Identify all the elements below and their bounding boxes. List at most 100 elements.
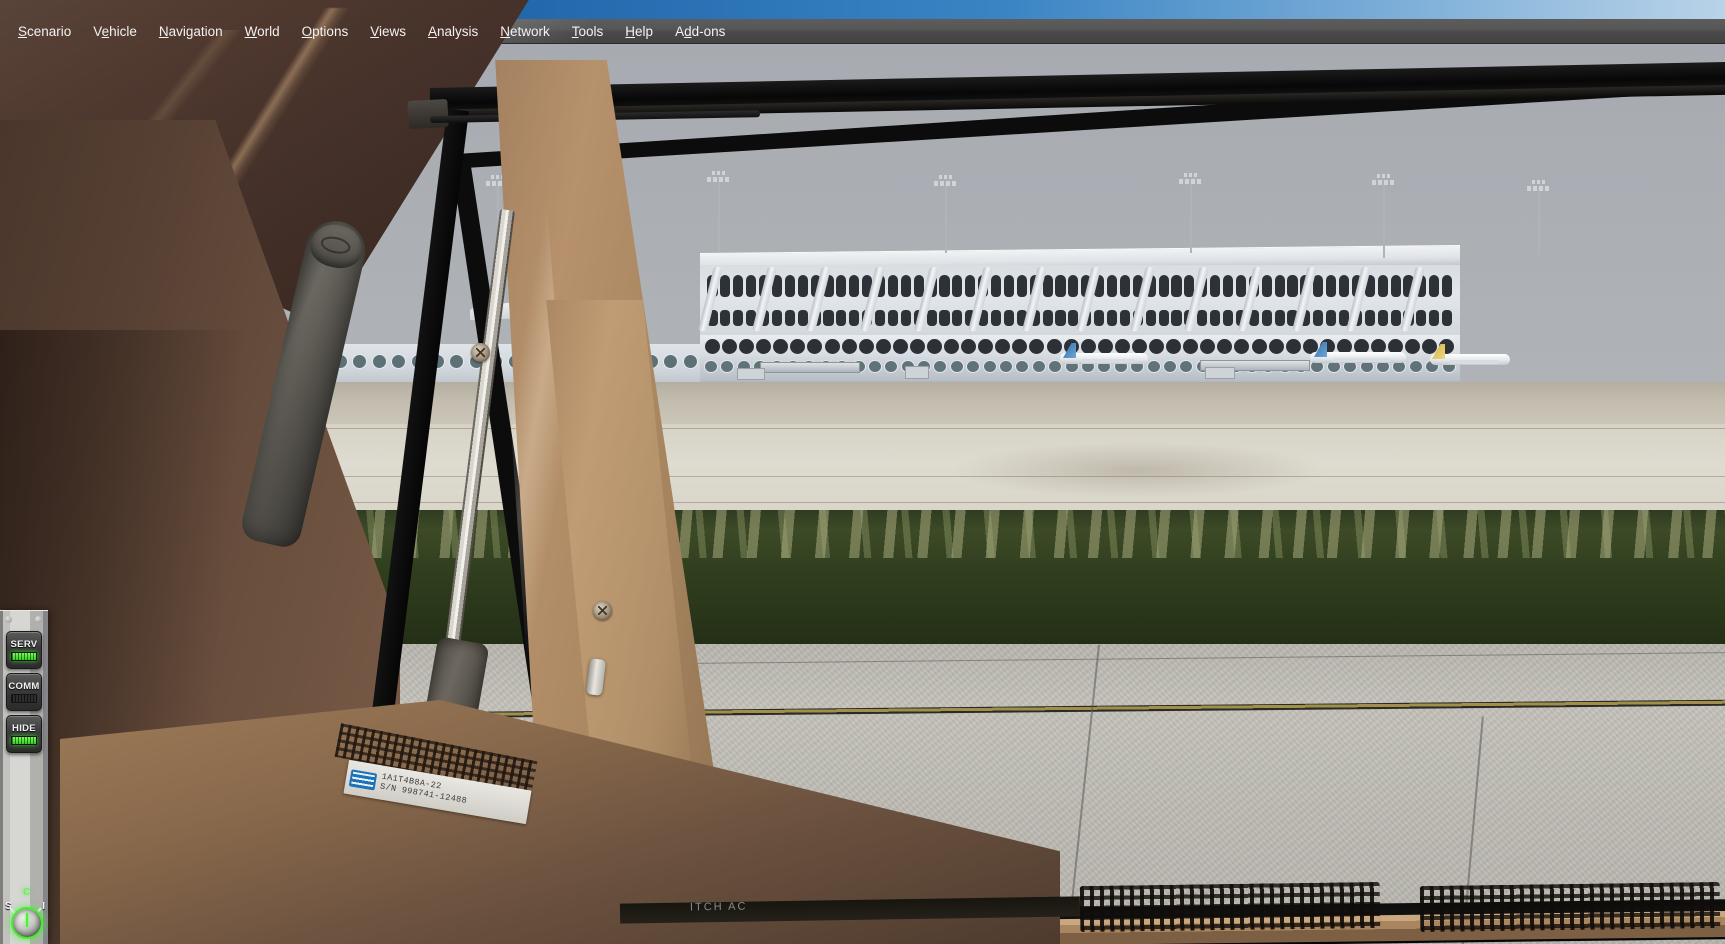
terminal-porthole: [1029, 338, 1045, 354]
window-title: Lockheed Martin® Prepar3D® v4: [22, 2, 207, 17]
comm-button[interactable]: COMM: [6, 673, 42, 711]
hide-button-led: [11, 736, 37, 745]
terminal-ground-window: [1179, 360, 1194, 373]
menu-options[interactable]: Options: [291, 22, 360, 41]
menu-views[interactable]: Views: [359, 22, 417, 41]
terminal-ground-window: [933, 360, 948, 373]
terminal-porthole: [773, 338, 789, 354]
menu-help[interactable]: Help: [614, 22, 664, 41]
terminal-support-strut: [968, 266, 993, 332]
secondary-terminal-porthole: [352, 354, 368, 369]
secondary-terminal-porthole: [663, 354, 679, 369]
terminal-porthole: [1217, 338, 1233, 354]
serv-button-label: SERV: [10, 639, 38, 650]
terminal-porthole: [978, 338, 994, 354]
tail-fin: [0, 340, 13, 355]
terminal-support-strut: [698, 266, 723, 332]
menu-vehicle[interactable]: Vehicle: [82, 22, 148, 41]
terminal-porthole: [961, 338, 977, 354]
terminal-support-strut: [1400, 266, 1425, 332]
terminal-ground-window: [982, 360, 997, 373]
cabin-call-panel[interactable]: SERV COMM HIDE S C I: [0, 610, 48, 944]
terminal-ground-window: [999, 360, 1014, 373]
terminal-ground-window: [1408, 360, 1423, 373]
terminal-ground-window: [966, 360, 981, 373]
tail-fin: [1314, 342, 1327, 357]
menu-scenario[interactable]: Scenario: [7, 22, 82, 41]
secondary-terminal-porthole: [99, 354, 115, 369]
terminal-porthole: [722, 338, 738, 354]
parked-aircraft-1: [0, 340, 64, 362]
light-mast-6: [1527, 180, 1551, 254]
tail-fin: [1432, 344, 1445, 359]
light-mast-1: [486, 175, 510, 251]
call-selector-knob[interactable]: [11, 907, 43, 939]
serv-button[interactable]: SERV: [6, 631, 42, 669]
terminal-porthole: [858, 338, 874, 354]
secondary-terminal-porthole: [527, 354, 543, 369]
secondary-terminal-porthole: [371, 354, 387, 369]
ground-vehicle-2: [905, 366, 929, 379]
light-mast-5: [1372, 174, 1396, 258]
terminal-porthole: [824, 338, 840, 354]
simulator-viewport[interactable]: [0, 44, 1725, 944]
menu-network-accelerator: N: [500, 23, 511, 39]
apron-seam-3: [0, 502, 1725, 503]
menu-addons[interactable]: Add-ons: [664, 22, 736, 41]
secondary-terminal-porthole: [177, 354, 193, 369]
hide-button[interactable]: HIDE: [6, 715, 42, 753]
p3d-app-icon: P3D: [3, 3, 17, 16]
terminal-porthole: [1200, 338, 1216, 354]
airport-terminal: [698, 245, 1460, 387]
light-mast-4: [1179, 173, 1203, 253]
title-bar: P3D Lockheed Martin® Prepar3D® v4: [0, 0, 1725, 19]
terminal-porthole: [875, 338, 891, 354]
terminal-support-strut: [806, 266, 831, 332]
secondary-terminal-porthole: [157, 354, 173, 369]
secondary-terminal-porthole: [391, 354, 407, 369]
wing: [16, 356, 54, 360]
menu-navigation[interactable]: Navigation: [148, 22, 234, 41]
comm-button-led: [11, 694, 37, 703]
panel-screw-tl: [5, 616, 12, 623]
knob-label-c: C: [23, 887, 31, 898]
terminal-support-strut: [752, 266, 777, 332]
terminal-ground-window: [949, 360, 964, 373]
parked-aircraft-3: [1060, 343, 1148, 365]
terminal-support-strut: [1184, 266, 1209, 332]
terminal-porthole: [944, 338, 960, 354]
terminal-ground-window: [1162, 360, 1177, 373]
wing: [1334, 358, 1390, 362]
terminal-porthole: [995, 338, 1011, 354]
terminal-strut-row: [698, 266, 1460, 335]
control-tower-cab: [56, 217, 112, 237]
terminal-porthole: [909, 338, 925, 354]
menu-navigation-accelerator: N: [158, 23, 169, 39]
terminal-support-strut: [1022, 266, 1047, 332]
secondary-terminal-porthole: [468, 354, 484, 369]
parked-aircraft-4: [1310, 342, 1406, 364]
terminal-porthole: [1251, 338, 1267, 354]
menu-network[interactable]: Network: [489, 22, 561, 41]
terminal-porthole: [739, 338, 755, 354]
menu-addons-accelerator: d: [684, 23, 692, 39]
tail-fin: [577, 344, 590, 359]
menu-tools[interactable]: Tools: [561, 22, 615, 41]
menu-world[interactable]: World: [234, 22, 291, 41]
terminal-porthole: [756, 338, 772, 354]
secondary-terminal-porthole: [507, 354, 523, 369]
light-mast-2: [707, 171, 731, 252]
terminal-porthole: [1405, 338, 1421, 354]
terminal-porthole: [1285, 338, 1301, 354]
terminal-porthole: [1166, 338, 1182, 354]
grass-strip: [0, 510, 1725, 655]
menu-analysis[interactable]: Analysis: [417, 22, 489, 41]
terminal-support-strut: [1076, 266, 1101, 332]
secondary-terminal-porthole: [488, 354, 504, 369]
light-mast-3: [934, 175, 958, 253]
secondary-terminal-porthole: [682, 354, 698, 369]
call-selector-knob-group[interactable]: S C I: [4, 887, 48, 943]
menu-options-accelerator: O: [301, 23, 313, 39]
ground-vehicle-1: [737, 368, 765, 380]
terminal-porthole: [807, 338, 823, 354]
